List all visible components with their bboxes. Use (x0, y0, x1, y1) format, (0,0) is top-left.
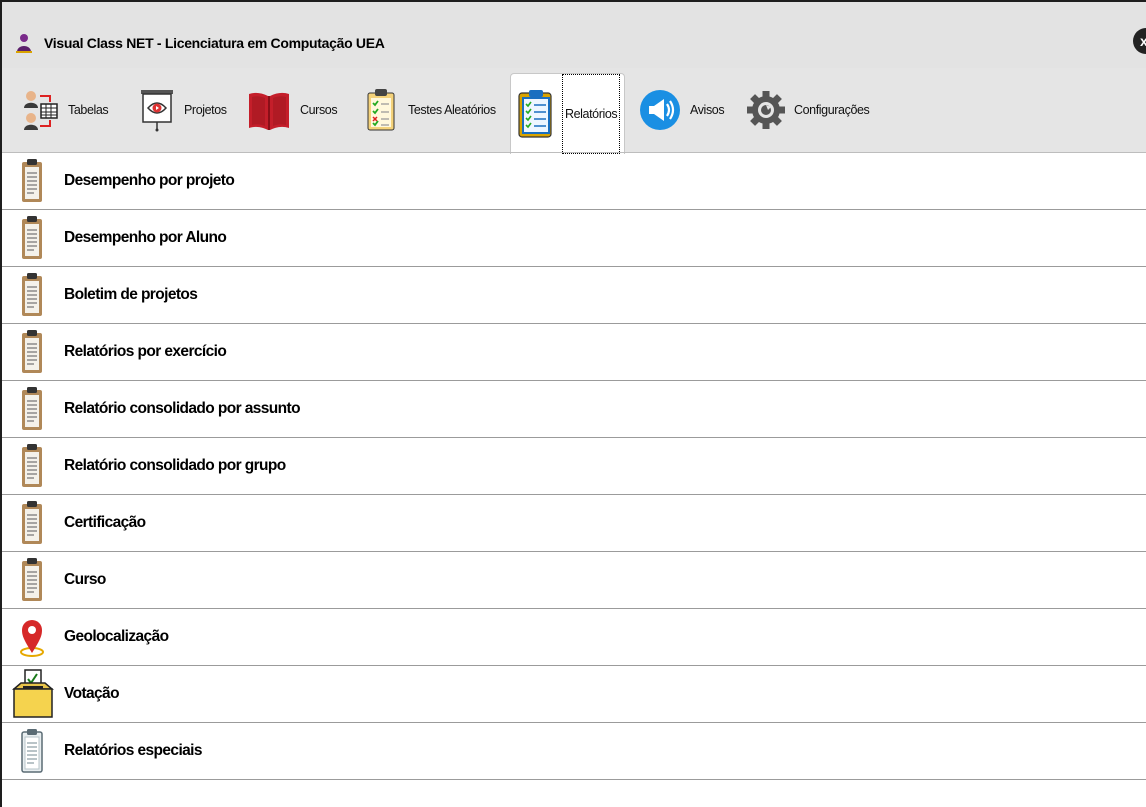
tab-label: Testes Aleatórios (408, 103, 496, 117)
clipboard-icon (22, 558, 42, 601)
report-label: Relatórios especiais (64, 742, 203, 759)
checklist-clipboard-icon (367, 89, 395, 131)
app-window: Visual Class NET - Licenciatura em Compu… (0, 0, 1146, 807)
clipboard-icon (22, 273, 42, 316)
open-book-icon (249, 92, 289, 130)
window-title: Visual Class NET - Licenciatura em Compu… (44, 35, 385, 51)
tab-label: Projetos (184, 103, 227, 117)
ribbon-toolbar: Tabelas Projetos Cursos Testes Aleatório… (2, 68, 1146, 154)
report-item-boletim-de-projetos[interactable]: Boletim de projetos (2, 267, 1146, 324)
report-label: Relatório consolidado por grupo (64, 457, 286, 474)
clipboard-icon (22, 330, 42, 373)
tab-testes-aleatorios[interactable]: Testes Aleatórios (362, 68, 496, 152)
megaphone-icon (640, 90, 680, 130)
clipboard-icon (22, 387, 42, 430)
report-item-relatorios-especiais[interactable]: Relatórios especiais (2, 723, 1146, 780)
report-list: Desempenho por projeto Desempenho por Al… (2, 153, 1146, 780)
presentation-board-icon (141, 90, 173, 132)
report-label: Geolocalização (64, 628, 169, 645)
report-item-relatorios-por-exercicio[interactable]: Relatórios por exercício (2, 324, 1146, 381)
gear-icon (747, 91, 785, 129)
map-pin-icon (20, 620, 44, 657)
app-user-icon (16, 34, 32, 53)
tab-configuracoes[interactable]: Configurações (746, 68, 870, 152)
tab-label: Avisos (690, 103, 725, 117)
report-label: Desempenho por Aluno (64, 229, 227, 246)
title-bar[interactable]: Visual Class NET - Licenciatura em Compu… (2, 2, 1146, 68)
report-item-consolidado-por-assunto[interactable]: Relatório consolidado por assunto (2, 381, 1146, 438)
report-item-geolocalizacao[interactable]: Geolocalização (2, 609, 1146, 666)
report-label: Boletim de projetos (64, 286, 198, 303)
report-item-certificacao[interactable]: Certificação (2, 495, 1146, 552)
tab-label: Cursos (300, 103, 338, 117)
clipboard-icon (22, 501, 42, 544)
report-item-desempenho-por-projeto[interactable]: Desempenho por projeto (2, 153, 1146, 210)
report-item-curso[interactable]: Curso (2, 552, 1146, 609)
report-label: Curso (64, 571, 106, 588)
tab-label: Tabelas (68, 103, 109, 117)
tab-label: Configurações (794, 103, 870, 117)
report-label: Relatórios por exercício (64, 343, 227, 360)
tab-projetos[interactable]: Projetos (138, 68, 227, 152)
report-item-desempenho-por-aluno[interactable]: Desempenho por Aluno (2, 210, 1146, 267)
tab-avisos[interactable]: Avisos (638, 68, 725, 152)
report-label: Desempenho por projeto (64, 172, 235, 189)
tables-users-icon (24, 91, 58, 130)
report-label: Votação (64, 685, 120, 702)
report-item-consolidado-por-grupo[interactable]: Relatório consolidado por grupo (2, 438, 1146, 495)
report-label: Certificação (64, 514, 146, 531)
tab-cursos[interactable]: Cursos (246, 68, 338, 152)
report-label: Relatório consolidado por assunto (64, 400, 301, 417)
tab-label: Relatórios (562, 74, 621, 154)
clipboard-icon (22, 444, 42, 487)
clipboard-icon (22, 159, 42, 202)
report-item-votacao[interactable]: Votação (2, 666, 1146, 723)
tab-tabelas[interactable]: Tabelas (22, 68, 109, 152)
tab-relatorios[interactable]: Relatórios (510, 73, 626, 154)
report-clipboard-icon (518, 90, 552, 138)
ballot-box-icon (12, 669, 54, 718)
white-clipboard-icon (21, 729, 43, 773)
clipboard-icon (22, 216, 42, 259)
close-button[interactable]: x (1133, 28, 1146, 54)
